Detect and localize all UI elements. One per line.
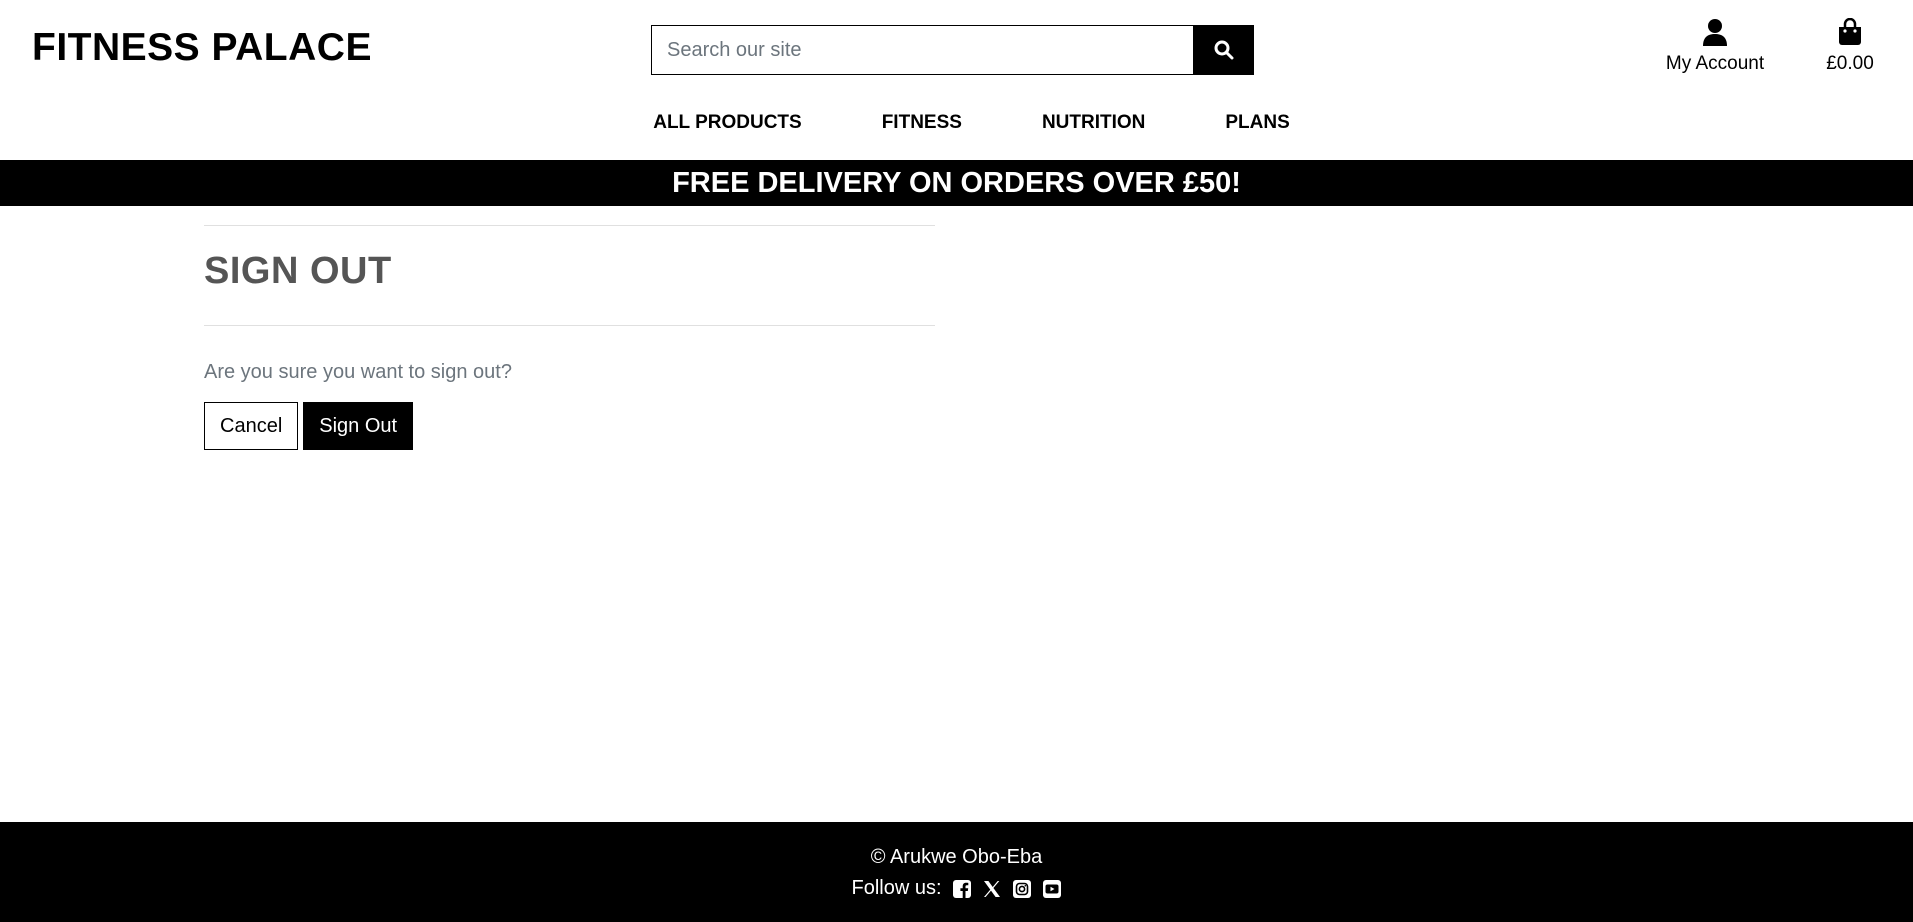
site-footer: © Arukwe Obo-Eba Follow us: bbox=[0, 822, 1913, 922]
facebook-link[interactable] bbox=[952, 879, 972, 899]
bottom-divider bbox=[204, 325, 935, 326]
follow-label: Follow us: bbox=[851, 877, 942, 899]
user-icon bbox=[1703, 19, 1727, 46]
site-logo[interactable]: FITNESS PALACE bbox=[32, 26, 372, 70]
x-twitter-icon bbox=[983, 880, 1000, 897]
shopping-bag-icon bbox=[1839, 17, 1861, 45]
top-divider bbox=[204, 225, 935, 226]
site-header: FITNESS PALACE My Account £0.00 ALL PROD… bbox=[0, 0, 1913, 160]
facebook-icon bbox=[952, 879, 971, 898]
youtube-icon bbox=[1042, 879, 1061, 898]
search-form bbox=[651, 25, 1254, 75]
page-title: SIGN OUT bbox=[204, 250, 392, 292]
main-nav: ALL PRODUCTS FITNESS NUTRITION PLANS bbox=[0, 112, 1913, 134]
cancel-button[interactable]: Cancel bbox=[204, 402, 299, 450]
nav-item-plans[interactable]: PLANS bbox=[1225, 112, 1289, 134]
sign-out-question: Are you sure you want to sign out? bbox=[204, 361, 512, 383]
sign-out-section: SIGN OUT Are you sure you want to sign o… bbox=[204, 225, 935, 450]
instagram-link[interactable] bbox=[1012, 879, 1032, 899]
shopping-bag-link[interactable]: £0.00 bbox=[1810, 17, 1890, 75]
sign-out-button[interactable]: Sign Out bbox=[303, 402, 414, 450]
search-input[interactable] bbox=[651, 25, 1193, 75]
nav-item-fitness[interactable]: FITNESS bbox=[882, 112, 962, 134]
copyright-text: © Arukwe Obo-Eba bbox=[870, 846, 1043, 868]
form-actions: Cancel Sign Out bbox=[204, 402, 935, 450]
bag-total: £0.00 bbox=[1826, 53, 1874, 74]
youtube-link[interactable] bbox=[1042, 879, 1062, 899]
search-button[interactable] bbox=[1193, 25, 1254, 75]
nav-item-all-products[interactable]: ALL PRODUCTS bbox=[653, 112, 801, 134]
my-account-link[interactable]: My Account bbox=[1660, 18, 1770, 75]
nav-item-nutrition[interactable]: NUTRITION bbox=[1042, 112, 1145, 134]
instagram-icon bbox=[1012, 879, 1031, 898]
my-account-label: My Account bbox=[1665, 53, 1765, 74]
delivery-banner-text: FREE DELIVERY ON ORDERS OVER £50! bbox=[672, 166, 1241, 199]
x-twitter-link[interactable] bbox=[982, 879, 1002, 899]
search-icon bbox=[1214, 40, 1233, 60]
social-links: Follow us: bbox=[0, 877, 1913, 900]
delivery-banner: FREE DELIVERY ON ORDERS OVER £50! bbox=[0, 160, 1913, 206]
